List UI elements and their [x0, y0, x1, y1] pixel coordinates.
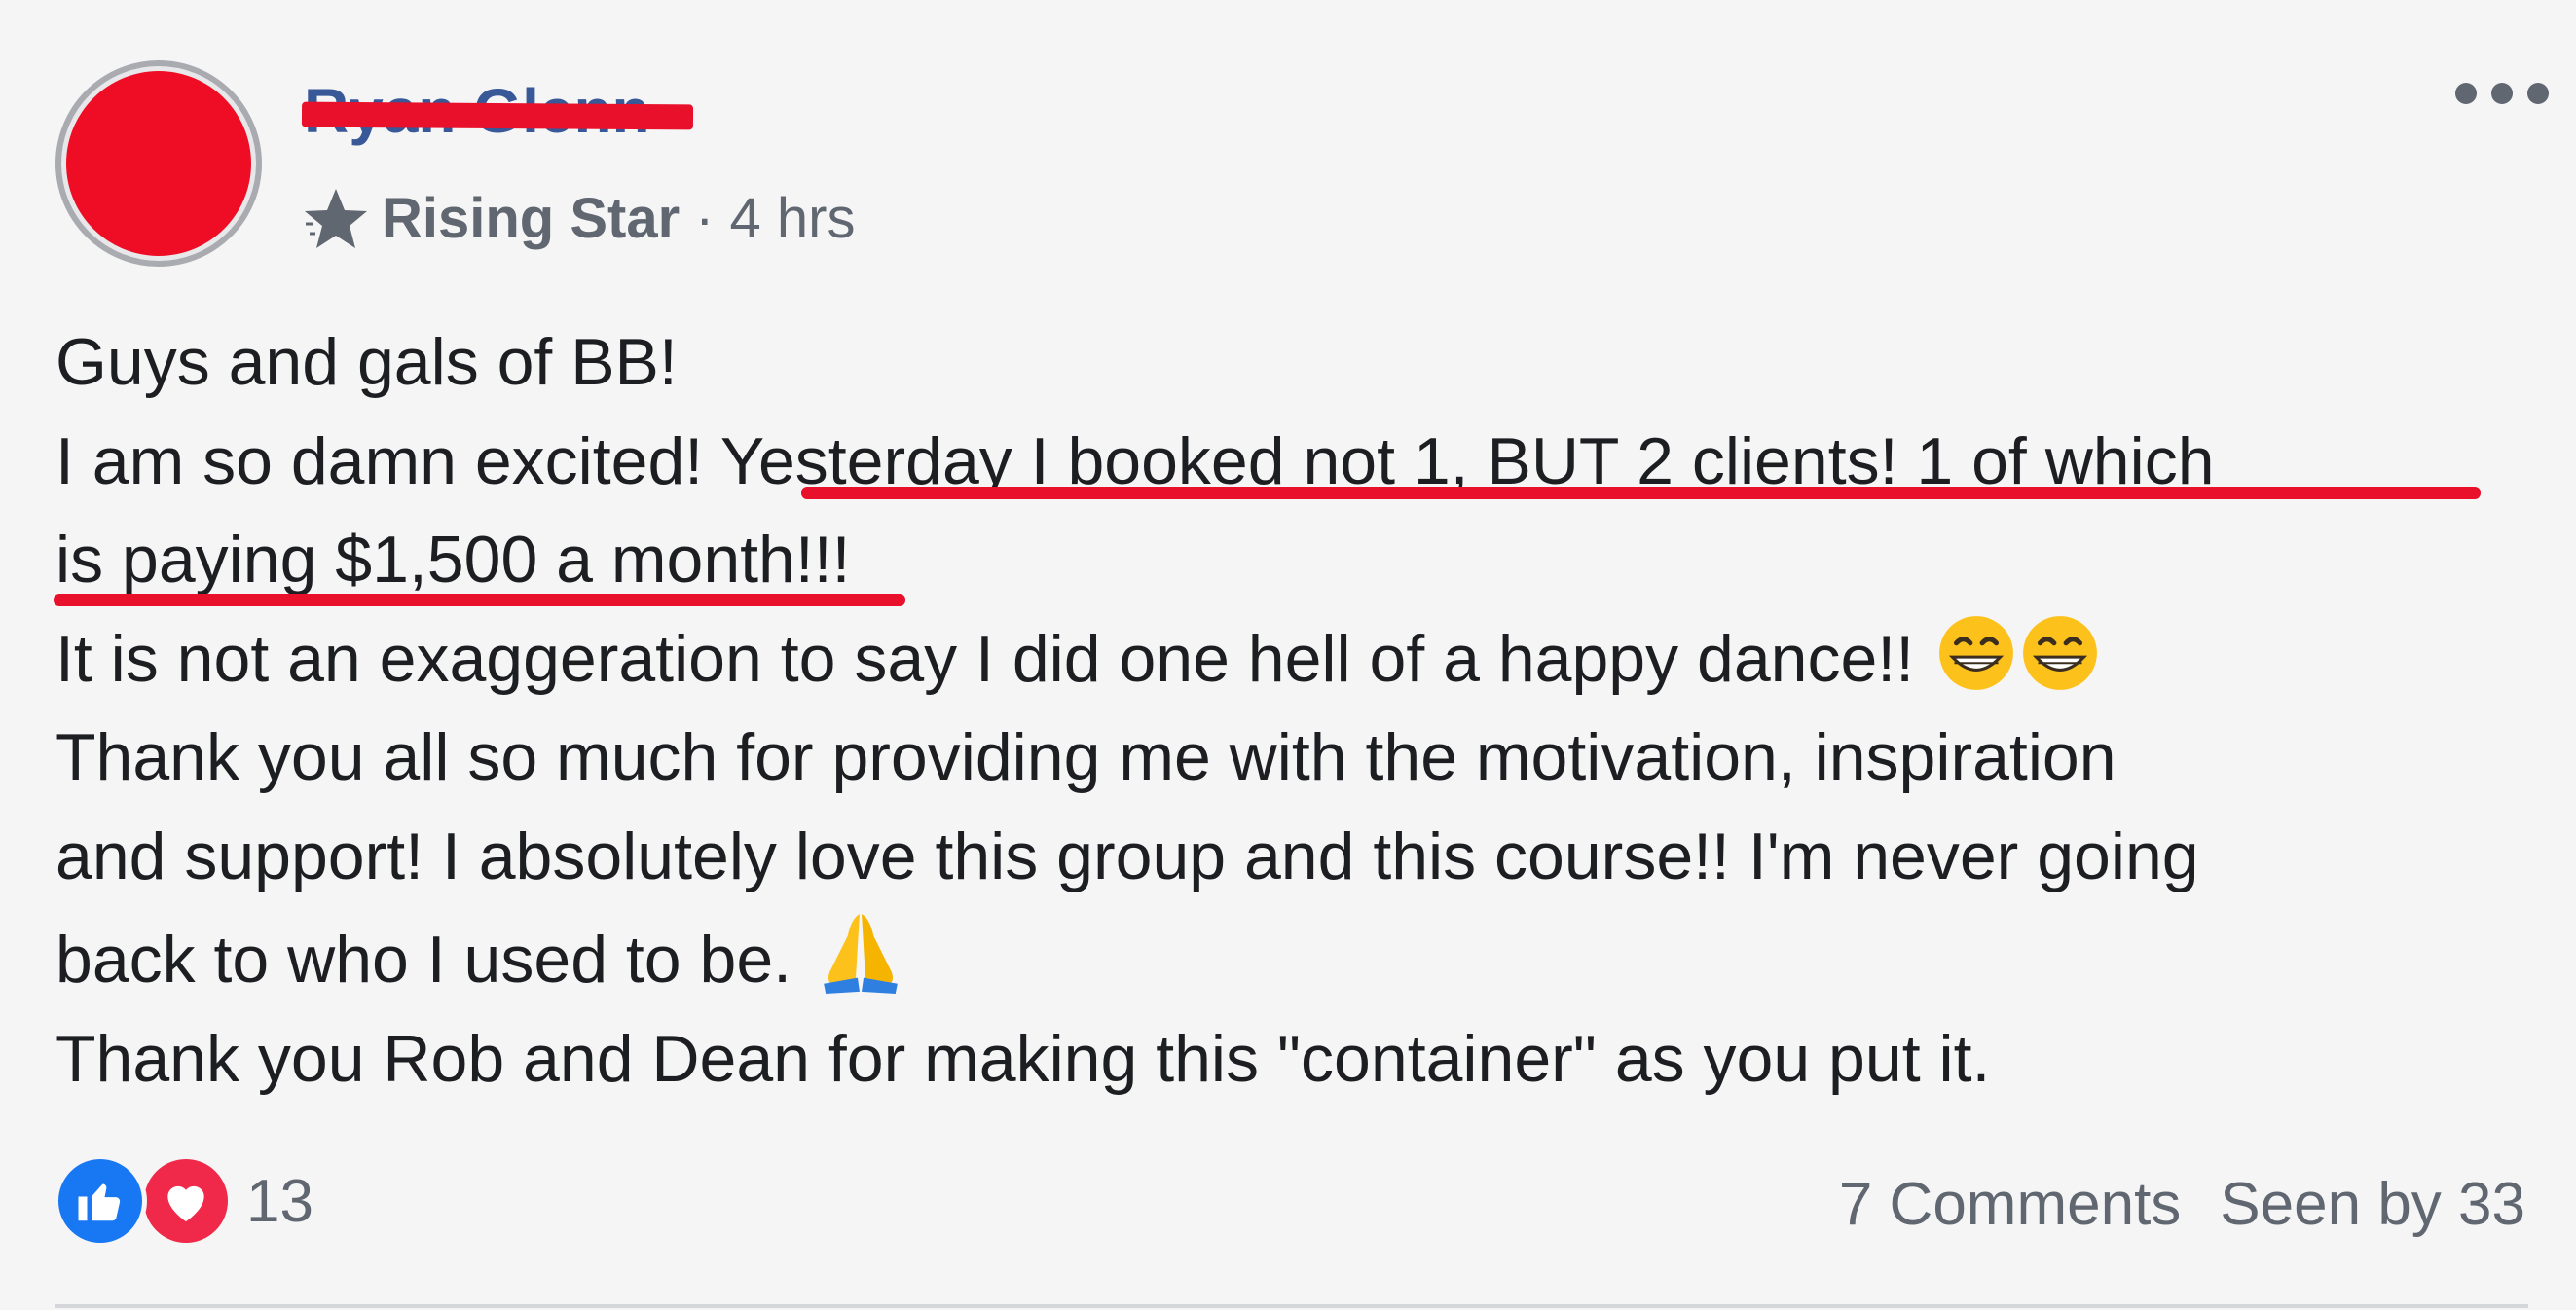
reaction-summary[interactable]: 13 — [54, 1154, 313, 1248]
grinning-face-emoji-icon — [2023, 615, 2097, 690]
rising-star-icon — [305, 189, 367, 248]
post-line: Thank you all so much for providing me w… — [55, 720, 2116, 794]
folded-hands-emoji-icon — [824, 914, 898, 994]
highlighted-text: is paying $1,500 a month — [55, 523, 795, 597]
avatar-redaction — [66, 71, 251, 256]
reaction-count[interactable]: 13 — [246, 1167, 313, 1236]
post-meta: Rising Star · 4 hrs — [302, 185, 855, 253]
more-dot — [2491, 83, 2513, 104]
highlight-underline — [54, 594, 905, 606]
more-dot — [2527, 83, 2549, 104]
post-stats: 7 Comments Seen by 33 — [1839, 1170, 2525, 1239]
highlight-underline — [801, 487, 2481, 499]
more-dot — [2455, 83, 2477, 104]
post-line: Guys and gals of BB! — [55, 325, 678, 399]
member-badge[interactable]: Rising Star — [382, 191, 680, 247]
group-post: Ryan Glenn Rising Star · 4 hrs Guys and … — [0, 0, 2576, 1310]
grinning-face-emoji-icon — [1939, 615, 2013, 690]
seen-by-count[interactable]: Seen by 33 — [2220, 1170, 2525, 1239]
comments-link[interactable]: 7 Comments — [1839, 1170, 2181, 1239]
post-timestamp[interactable]: 4 hrs — [730, 191, 856, 247]
meta-separator: · — [695, 187, 715, 250]
like-icon — [54, 1154, 147, 1248]
post-line: Thank you Rob and Dean for making this "… — [55, 1021, 1991, 1096]
post-text: Guys and gals of BB! I am so damn excite… — [55, 313, 2548, 1109]
post-line: It is not an exaggeration to say I did o… — [55, 610, 2548, 710]
author-avatar[interactable] — [55, 60, 262, 267]
love-icon — [139, 1154, 233, 1248]
name-redaction-mark — [301, 101, 694, 130]
more-options-button[interactable] — [2455, 76, 2549, 111]
post-line: back to who I used to be. — [55, 906, 2548, 1010]
footer-divider — [55, 1304, 2528, 1308]
post-line: and support! I absolutely love this grou… — [55, 819, 2199, 893]
